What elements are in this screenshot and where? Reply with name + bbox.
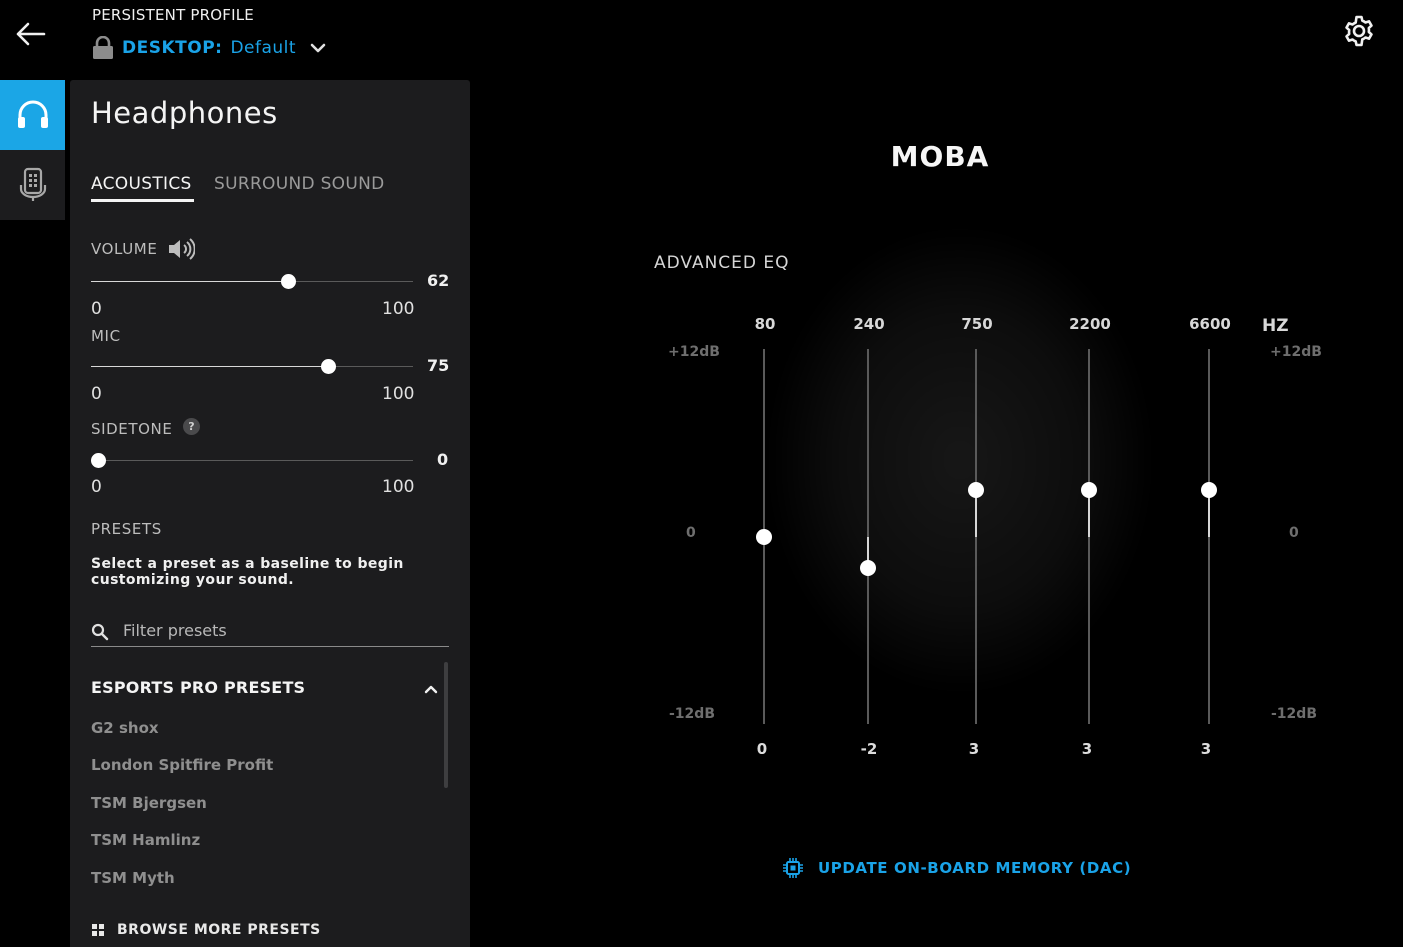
filter-presets-field bbox=[91, 616, 449, 647]
mic-value: 75 bbox=[427, 356, 450, 375]
back-arrow-icon[interactable] bbox=[14, 20, 46, 48]
eq-band-track[interactable] bbox=[975, 349, 977, 724]
profile-name: Default bbox=[230, 38, 297, 58]
preset-item[interactable]: TSM Hamlinz bbox=[91, 831, 200, 849]
db-mid-left: 0 bbox=[686, 525, 696, 541]
mic-label: MIC bbox=[91, 327, 121, 345]
eq-band-value: 0 bbox=[756, 740, 768, 758]
preset-item[interactable]: TSM Bjergsen bbox=[91, 794, 207, 812]
eq-band-hz-label: 6600 bbox=[1189, 315, 1231, 333]
settings-panel: Headphones ACOUSTICS SURROUND SOUND VOLU… bbox=[70, 80, 470, 947]
eq-band-thumb[interactable] bbox=[756, 528, 772, 545]
chip-icon bbox=[783, 858, 803, 878]
eq-unit-label: HZ bbox=[1262, 316, 1289, 336]
db-bottom-left: -12dB bbox=[669, 706, 715, 722]
advanced-eq-title: ADVANCED EQ bbox=[654, 253, 790, 273]
profile-dropdown[interactable]: DESKTOP: Default bbox=[92, 36, 326, 60]
eq-band-value: 3 bbox=[968, 740, 980, 758]
sidetone-help-icon[interactable]: ? bbox=[183, 418, 200, 435]
volume-value: 62 bbox=[427, 271, 450, 290]
eq-band-track[interactable] bbox=[1088, 349, 1090, 724]
volume-label: VOLUME bbox=[91, 240, 158, 258]
presets-scrollbar[interactable] bbox=[444, 662, 448, 788]
tab-surround-sound[interactable]: SURROUND SOUND bbox=[214, 174, 385, 194]
lock-icon bbox=[93, 36, 113, 59]
db-mid-right: 0 bbox=[1289, 525, 1299, 541]
sidetone-value: 0 bbox=[437, 450, 449, 469]
active-preset-name: MOBA bbox=[890, 140, 990, 173]
db-top-right: +12dB bbox=[1270, 344, 1322, 360]
profile-prefix: DESKTOP: bbox=[122, 38, 223, 58]
db-bottom-right: -12dB bbox=[1271, 706, 1317, 722]
sidetone-min: 0 bbox=[91, 477, 102, 497]
presets-label: PRESETS bbox=[91, 520, 162, 538]
eq-band-hz-label: 2200 bbox=[1069, 315, 1111, 333]
headphones-icon bbox=[17, 100, 48, 128]
preset-item[interactable]: London Spitfire Profit bbox=[91, 756, 273, 774]
mic-min: 0 bbox=[91, 384, 102, 404]
speaker-icon bbox=[169, 238, 195, 260]
sidetone-max: 100 bbox=[382, 477, 415, 497]
update-onboard-memory-button[interactable]: UPDATE ON-BOARD MEMORY (DAC) bbox=[782, 857, 1131, 879]
eq-band-hz-label: 750 bbox=[961, 315, 993, 333]
eq-band-track[interactable] bbox=[1208, 349, 1210, 724]
volume-slider-thumb[interactable] bbox=[281, 274, 296, 289]
search-icon bbox=[91, 623, 109, 641]
mic-device-icon bbox=[19, 167, 46, 201]
rail-item-headphones[interactable] bbox=[0, 80, 65, 150]
preset-item[interactable]: G2 shox bbox=[91, 719, 159, 737]
sidetone-slider-thumb[interactable] bbox=[91, 453, 106, 468]
preset-item[interactable]: TSM Myth bbox=[91, 869, 175, 887]
volume-max: 100 bbox=[382, 299, 415, 319]
eq-band-thumb[interactable] bbox=[1081, 481, 1097, 498]
sidetone-label: SIDETONE bbox=[91, 420, 173, 438]
chevron-up-icon[interactable] bbox=[422, 680, 440, 698]
grid-icon bbox=[92, 924, 104, 936]
panel-title: Headphones bbox=[91, 96, 278, 130]
mic-max: 100 bbox=[382, 384, 415, 404]
eq-band-thumb[interactable] bbox=[968, 481, 984, 498]
gear-icon[interactable] bbox=[1342, 14, 1376, 48]
active-tab-underline bbox=[91, 199, 194, 202]
mic-slider-fill bbox=[91, 366, 328, 367]
eq-band-hz-label: 80 bbox=[754, 315, 776, 333]
eq-band-thumb[interactable] bbox=[1201, 481, 1217, 498]
chevron-down-icon bbox=[310, 43, 326, 53]
eq-band-value: 3 bbox=[1200, 740, 1212, 758]
volume-slider-fill bbox=[91, 281, 288, 282]
filter-presets-input[interactable] bbox=[121, 618, 441, 642]
update-onboard-memory-label: UPDATE ON-BOARD MEMORY (DAC) bbox=[818, 859, 1132, 877]
headset-background-image bbox=[770, 230, 1150, 690]
eq-band-hz-label: 240 bbox=[853, 315, 885, 333]
rail-item-mic-device[interactable] bbox=[0, 150, 65, 220]
mic-slider-thumb[interactable] bbox=[321, 359, 336, 374]
esports-presets-header[interactable]: ESPORTS PRO PRESETS bbox=[91, 678, 305, 697]
eq-band-value: 3 bbox=[1081, 740, 1093, 758]
tab-acoustics[interactable]: ACOUSTICS bbox=[91, 174, 192, 194]
browse-more-presets-button[interactable]: BROWSE MORE PRESETS bbox=[91, 922, 321, 938]
volume-min: 0 bbox=[91, 299, 102, 319]
browse-more-label: BROWSE MORE PRESETS bbox=[117, 922, 321, 938]
sidetone-slider-track[interactable] bbox=[91, 460, 413, 461]
eq-band-thumb[interactable] bbox=[860, 559, 876, 576]
eq-band-value: -2 bbox=[860, 740, 878, 758]
db-top-left: +12dB bbox=[668, 344, 720, 360]
presets-description: Select a preset as a baseline to begin c… bbox=[91, 556, 404, 588]
profile-label: PERSISTENT PROFILE bbox=[92, 6, 254, 24]
